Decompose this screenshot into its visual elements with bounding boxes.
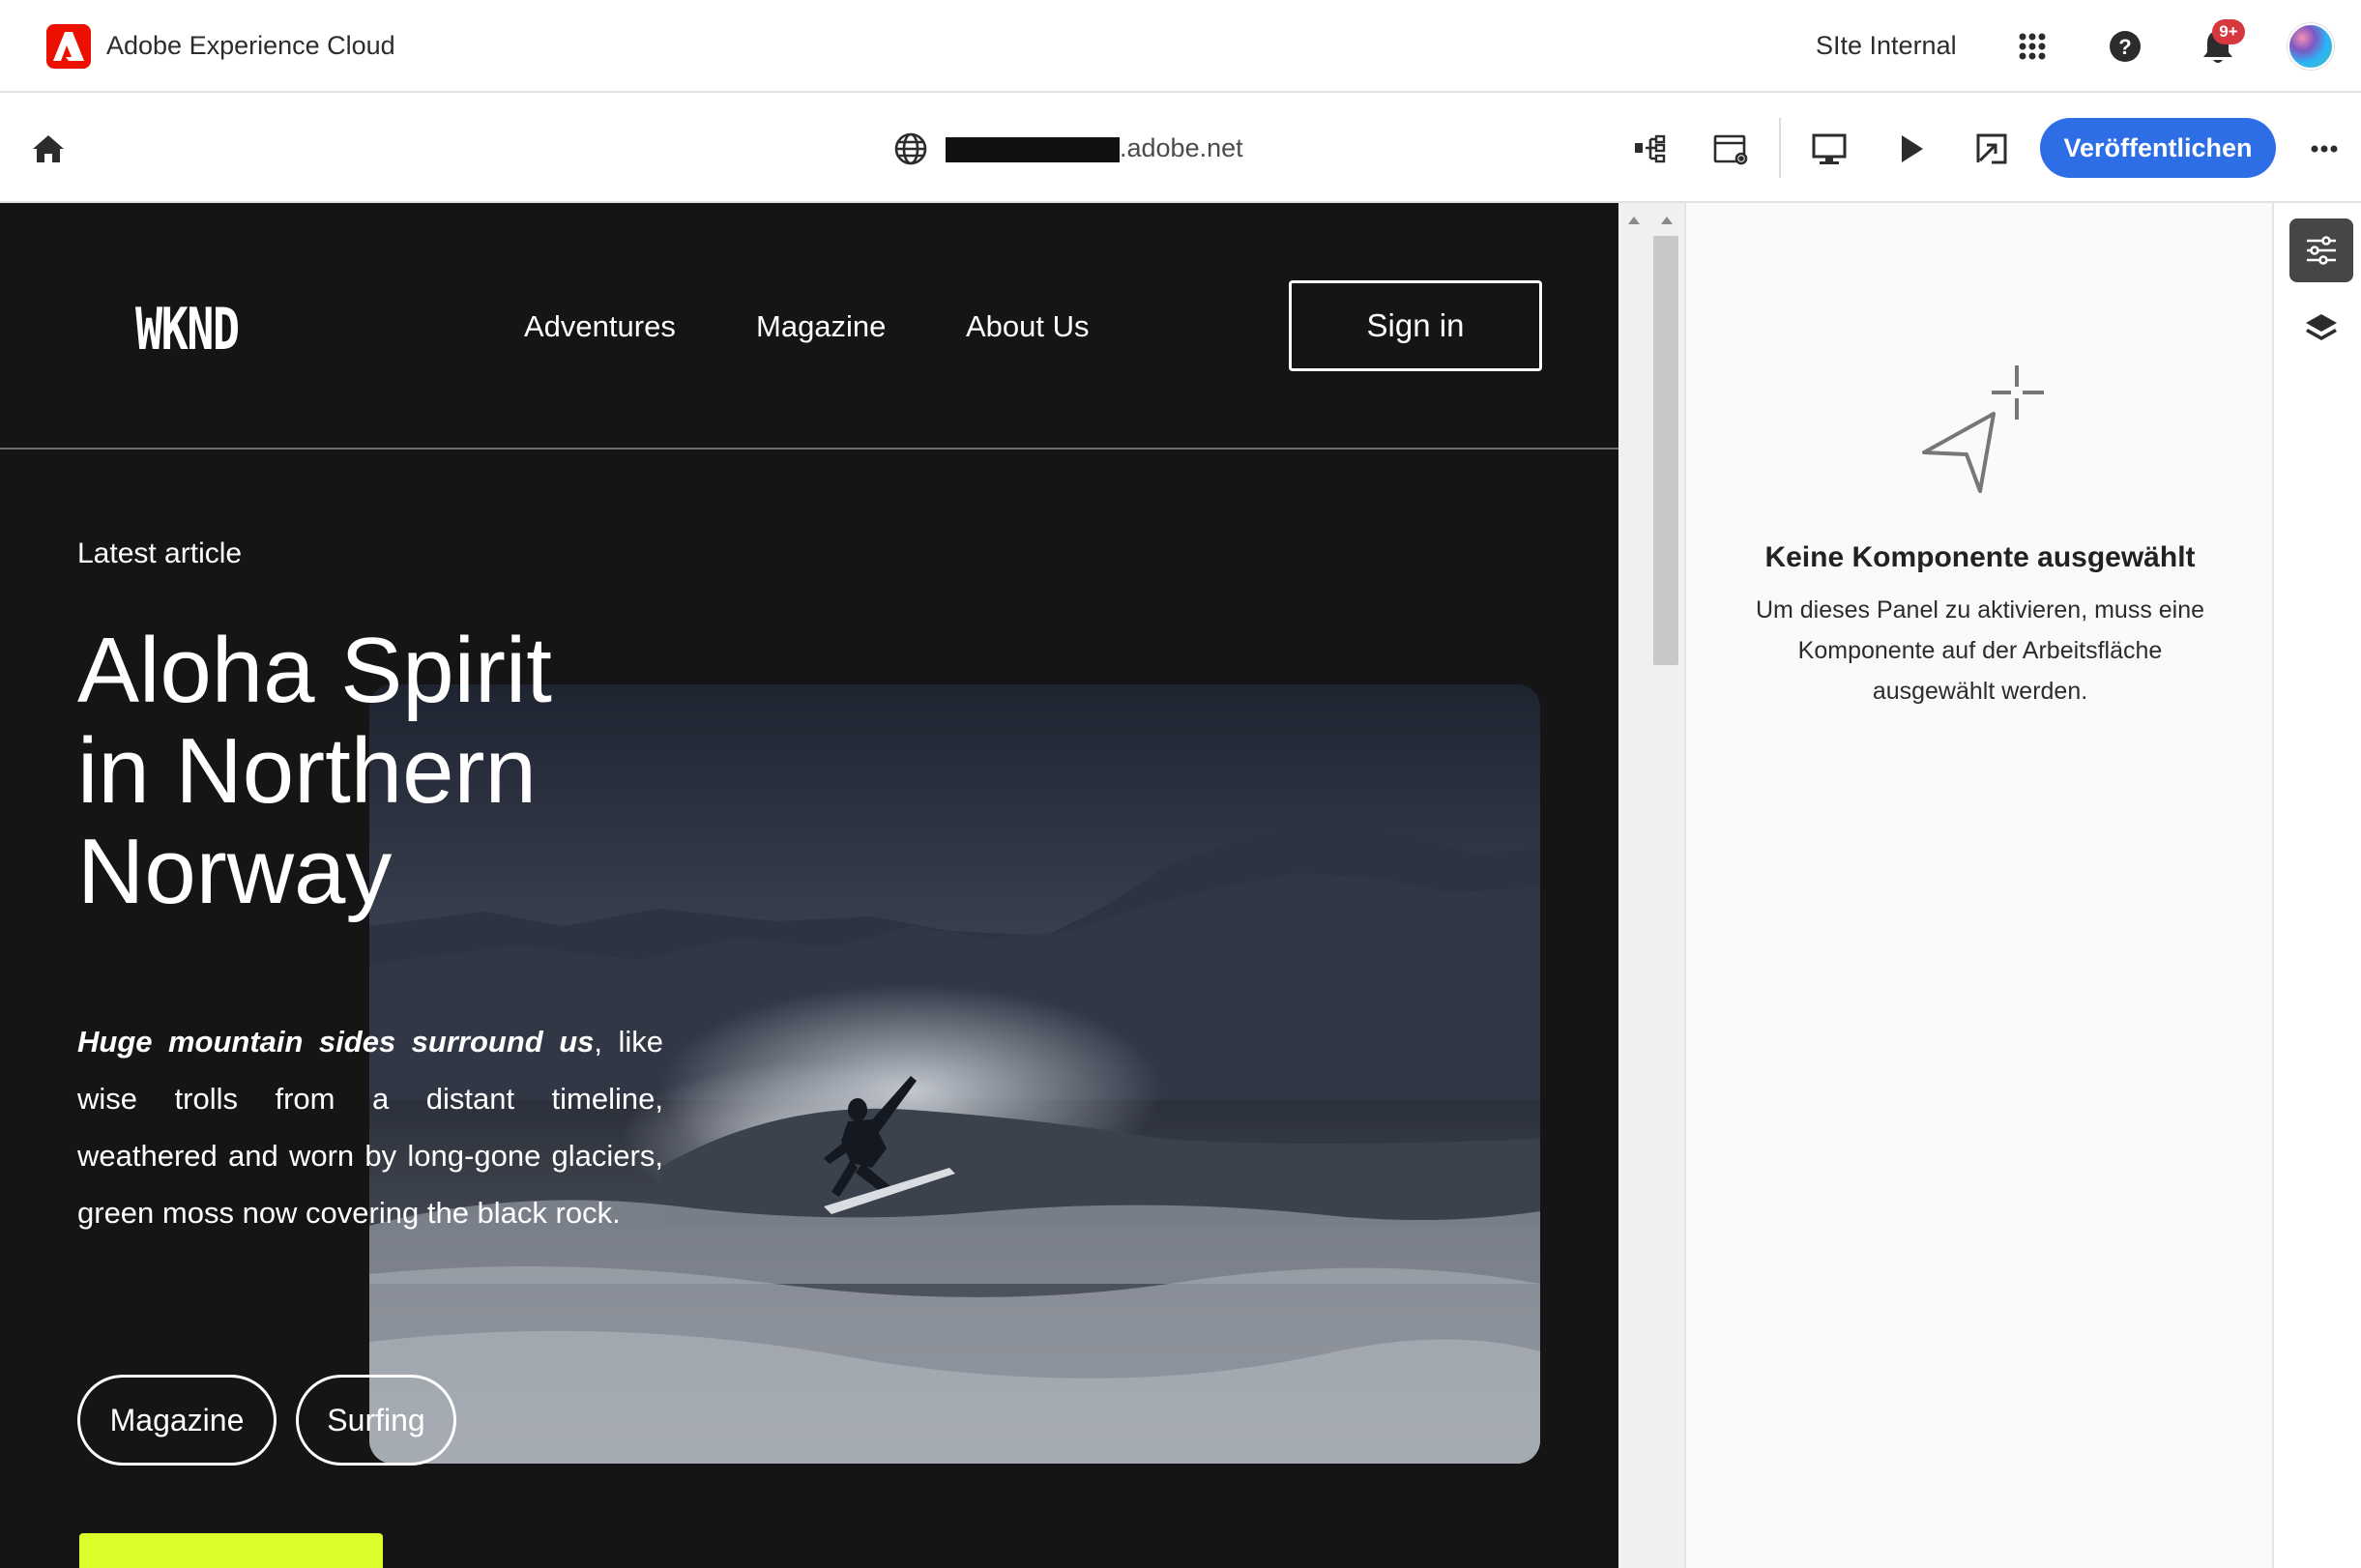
org-switcher[interactable]: SIte Internal bbox=[1816, 31, 1957, 61]
desktop-preview-icon[interactable] bbox=[1806, 126, 1852, 172]
article-teaser[interactable]: Huge mountain sides surround us, like wi… bbox=[77, 1013, 663, 1241]
page-url[interactable]: .adobe.net bbox=[1120, 133, 1243, 163]
content-tree-icon[interactable] bbox=[1626, 126, 1673, 172]
nav-magazine[interactable]: Magazine bbox=[756, 309, 886, 344]
app-title[interactable]: Adobe Experience Cloud bbox=[106, 31, 395, 61]
wknd-logo[interactable]: WKND bbox=[135, 296, 240, 363]
editor-toolbar: .adobe.net Veröffentlichen bbox=[0, 95, 2361, 203]
toolbar-divider bbox=[1779, 118, 1781, 178]
right-rail bbox=[2274, 203, 2361, 1568]
adobe-logo-icon[interactable] bbox=[46, 24, 91, 69]
teaser-lead: Huge mountain sides surround us bbox=[77, 1025, 595, 1059]
empty-state-title: Keine Komponente ausgewählt bbox=[1764, 541, 2196, 573]
select-cursor-icon bbox=[1918, 358, 2054, 503]
page-properties-icon[interactable] bbox=[1707, 126, 1754, 172]
canvas-scrollbar[interactable] bbox=[1618, 203, 1686, 1568]
read-more-button[interactable] bbox=[79, 1533, 383, 1568]
notification-badge: 9+ bbox=[2212, 19, 2245, 44]
scroll-up-arrow-icon[interactable] bbox=[1661, 217, 1673, 224]
url-redaction bbox=[946, 137, 1120, 162]
layers-icon[interactable] bbox=[2289, 296, 2353, 360]
tag-magazine-button[interactable]: Magazine bbox=[77, 1375, 277, 1466]
play-icon[interactable] bbox=[1887, 126, 1934, 172]
title-line-2: in Northern bbox=[77, 719, 537, 823]
sign-in-button[interactable]: Sign in bbox=[1289, 280, 1542, 371]
open-external-icon[interactable] bbox=[1968, 126, 2015, 172]
title-line-1: Aloha Spirit bbox=[77, 619, 552, 722]
globe-icon bbox=[888, 126, 934, 172]
help-icon[interactable]: ? bbox=[2104, 25, 2146, 68]
title-line-3: Norway bbox=[77, 820, 393, 923]
publish-button[interactable]: Veröffentlichen bbox=[2040, 118, 2276, 178]
latest-article-label: Latest article bbox=[77, 537, 243, 569]
nav-about-us[interactable]: About Us bbox=[966, 309, 1090, 344]
article-title[interactable]: Aloha Spirit in Northern Norway bbox=[77, 621, 619, 922]
scroll-thumb[interactable] bbox=[1653, 236, 1678, 665]
properties-panel: Keine Komponente ausgewählt Um dieses Pa… bbox=[1686, 203, 2274, 1568]
properties-sliders-icon[interactable] bbox=[2289, 218, 2353, 282]
home-icon[interactable] bbox=[25, 126, 72, 172]
avatar[interactable] bbox=[2288, 23, 2334, 70]
scroll-up-arrow-icon[interactable] bbox=[1628, 217, 1640, 224]
site-navigation: WKND Adventures Magazine About Us Sign i… bbox=[0, 203, 1618, 450]
apps-grid-icon[interactable] bbox=[2011, 25, 2054, 68]
nav-adventures[interactable]: Adventures bbox=[524, 309, 676, 344]
svg-text:?: ? bbox=[2118, 35, 2131, 59]
tag-surfing-button[interactable]: Surfing bbox=[296, 1375, 456, 1466]
empty-state-description: Um dieses Panel zu aktivieren, muss eine… bbox=[1755, 596, 2205, 705]
shell-header: Adobe Experience Cloud SIte Internal ? 9… bbox=[0, 0, 2361, 93]
more-icon[interactable] bbox=[2301, 126, 2347, 172]
editor-canvas[interactable]: WKND Adventures Magazine About Us Sign i… bbox=[0, 203, 1618, 1568]
